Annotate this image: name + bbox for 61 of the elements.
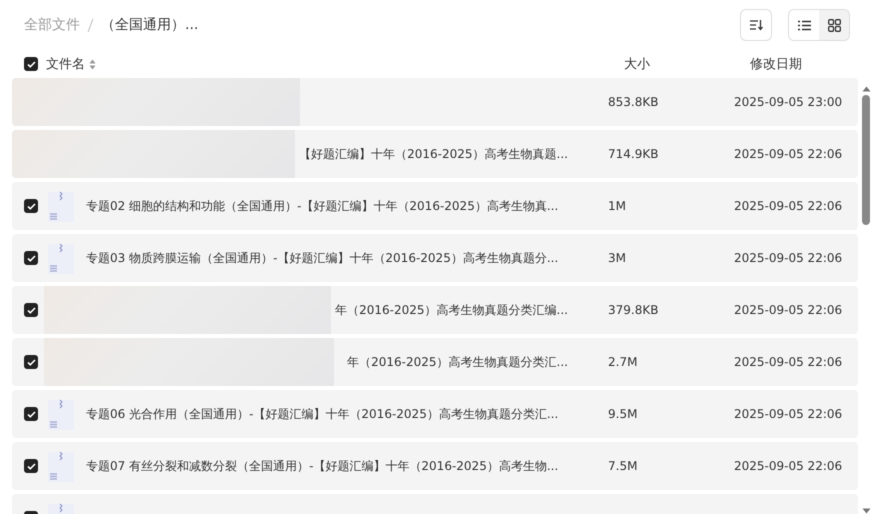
file-row[interactable]: 年（2016-2025）高考生物真题分类汇... 2.7M 2025-09-05 22:06 bbox=[12, 338, 858, 386]
file-size: 1M bbox=[608, 199, 626, 213]
file-row[interactable]: 专题02 细胞的结构和功能（全国通用）-【好题汇编】十年（2016-2025）高考生物真... 1M 2025-09-05 22:06 bbox=[12, 182, 858, 230]
archive-file-icon bbox=[46, 398, 76, 430]
archive-file-icon bbox=[46, 190, 76, 222]
check-icon bbox=[26, 60, 36, 68]
row-checkbox[interactable] bbox=[24, 303, 38, 317]
file-size: 3M bbox=[608, 251, 626, 265]
file-row[interactable]: 专题07 有丝分裂和减数分裂（全国通用）-【好题汇编】十年（2016-2025）高考生物... 7.5M 2025-09-05 22:06 bbox=[12, 442, 858, 490]
check-icon bbox=[26, 254, 36, 262]
file-row[interactable]: 专题03 物质跨膜运输（全国通用）-【好题汇编】十年（2016-2025）高考生物真题分... 3M 2025-09-05 22:06 bbox=[12, 234, 858, 282]
row-checkbox[interactable] bbox=[24, 199, 38, 213]
modified-date: 2025-09-05 22:06 bbox=[734, 251, 842, 265]
sort-icon bbox=[749, 19, 763, 31]
name-column-header[interactable]: 文件名 bbox=[46, 55, 85, 73]
file-name[interactable]: 年（2016-2025）高考生物真题分类汇... bbox=[347, 354, 568, 368]
row-checkbox[interactable] bbox=[24, 459, 38, 473]
check-icon bbox=[26, 306, 36, 314]
modified-date: 2025-09-05 22:06 bbox=[734, 407, 842, 421]
check-icon bbox=[26, 410, 36, 418]
archive-file-icon bbox=[46, 242, 76, 274]
list-icon bbox=[798, 20, 810, 30]
sort-button[interactable] bbox=[740, 9, 772, 41]
row-checkbox[interactable] bbox=[24, 355, 38, 369]
sort-arrows-icon[interactable] bbox=[89, 58, 96, 70]
scroll-down-icon[interactable] bbox=[862, 508, 870, 514]
modified-date: 2025-09-05 22:06 bbox=[734, 355, 842, 369]
modified-date: 2025-09-05 22:06 bbox=[734, 459, 842, 473]
file-size: 714.9KB bbox=[608, 147, 658, 161]
date-column-header: 修改日期 bbox=[750, 56, 803, 73]
check-icon bbox=[26, 462, 36, 470]
check-icon bbox=[26, 202, 36, 210]
modified-date: 2025-09-05 23:00 bbox=[734, 95, 842, 109]
file-row[interactable]: 【好题汇编】十年（2016-2025）高考生物真题... 714.9KB 2025-09-05 22:06 bbox=[12, 130, 858, 178]
file-size: 2.7M bbox=[608, 355, 638, 369]
file-size: 379.8KB bbox=[608, 303, 658, 317]
file-name[interactable]: 专题07 有丝分裂和减数分裂（全国通用）-【好题汇编】十年（2016-2025）高考生物... bbox=[86, 458, 558, 472]
file-size: 853.8KB bbox=[608, 95, 658, 109]
check-icon bbox=[26, 358, 36, 366]
row-checkbox[interactable] bbox=[24, 407, 38, 421]
file-size: 9.5M bbox=[608, 407, 638, 421]
file-row[interactable]: 专题06 光合作用（全国通用）-【好题汇编】十年（2016-2025）高考生物真题分类汇... 9.5M 2025-09-05 22:06 bbox=[12, 390, 858, 438]
file-name[interactable]: 【好题汇编】十年（2016-2025）高考生物真题... bbox=[299, 146, 568, 160]
file-name[interactable]: 专题06 光合作用（全国通用）-【好题汇编】十年（2016-2025）高考生物真题分类汇... bbox=[86, 406, 558, 420]
file-row[interactable]: 年（2016-2025）高考生物真题分类汇编... 379.8KB 2025-09-05 22:06 bbox=[12, 286, 858, 334]
file-name[interactable]: 专题03 物质跨膜运输（全国通用）-【好题汇编】十年（2016-2025）高考生物真题分... bbox=[86, 250, 558, 264]
grid-icon bbox=[828, 18, 840, 32]
size-column-header: 大小 bbox=[624, 56, 651, 73]
grid-view-button[interactable] bbox=[819, 10, 849, 40]
modified-date: 2025-09-05 22:06 bbox=[734, 147, 842, 161]
file-name[interactable]: 年（2016-2025）高考生物真题分类汇编... bbox=[335, 302, 568, 316]
archive-file-icon bbox=[46, 450, 76, 482]
scrollbar-thumb[interactable] bbox=[862, 95, 870, 225]
select-all-checkbox[interactable] bbox=[24, 57, 38, 71]
file-row[interactable]: 853.8KB 2025-09-05 23:00 bbox=[12, 78, 858, 126]
modified-date: 2025-09-05 22:06 bbox=[734, 199, 842, 213]
row-checkbox[interactable] bbox=[24, 251, 38, 265]
scroll-up-icon[interactable] bbox=[862, 86, 870, 92]
file-size: 7.5M bbox=[608, 459, 638, 473]
modified-date: 2025-09-05 22:06 bbox=[734, 303, 842, 317]
file-name[interactable]: 专题02 细胞的结构和功能（全国通用）-【好题汇编】十年（2016-2025）高考生物真... bbox=[86, 198, 558, 212]
